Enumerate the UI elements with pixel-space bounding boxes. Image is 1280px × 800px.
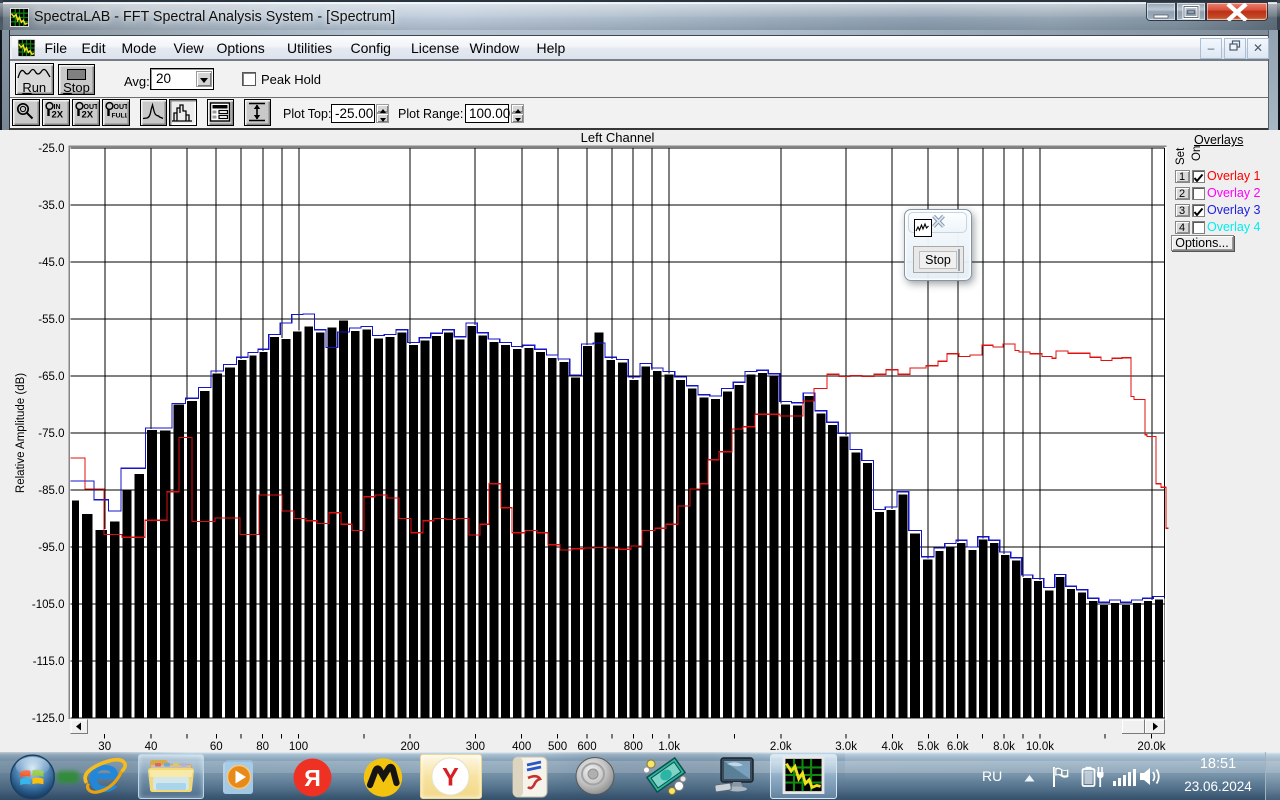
svg-text:-105.0: -105.0: [32, 599, 65, 611]
svg-text:-45.0: -45.0: [38, 257, 64, 269]
svg-text:-75.0: -75.0: [38, 428, 64, 440]
svg-text:5.0k: 5.0k: [917, 741, 939, 752]
svg-text:1.0k: 1.0k: [658, 741, 680, 752]
svg-text:FULL: FULL: [112, 113, 128, 120]
svg-text:-95.0: -95.0: [38, 542, 64, 554]
svg-text:OUT: OUT: [114, 104, 128, 111]
svg-text:6.0k: 6.0k: [947, 741, 969, 752]
svg-text:30: 30: [98, 741, 111, 752]
svg-text:20.0k: 20.0k: [1137, 741, 1165, 752]
svg-text:100: 100: [289, 741, 308, 752]
svg-text:-65.0: -65.0: [38, 371, 64, 383]
svg-text:500: 500: [548, 741, 567, 752]
svg-text:Left Channel: Left Channel: [581, 130, 655, 145]
svg-text:10.0k: 10.0k: [1026, 741, 1054, 752]
svg-text:4.0k: 4.0k: [882, 741, 904, 752]
svg-text:Relative Amplitude (dB): Relative Amplitude (dB): [15, 373, 27, 493]
svg-text:40: 40: [145, 741, 158, 752]
svg-text:2X: 2X: [82, 110, 94, 121]
svg-text:-55.0: -55.0: [38, 314, 64, 326]
svg-text:600: 600: [577, 741, 596, 752]
svg-text:Y: Y: [442, 764, 459, 792]
svg-text:-25.0: -25.0: [38, 143, 64, 155]
svg-text:-125.0: -125.0: [32, 713, 65, 725]
svg-text:-35.0: -35.0: [38, 200, 64, 212]
svg-text:Я: Я: [304, 765, 321, 791]
svg-text:2.0k: 2.0k: [770, 741, 792, 752]
svg-text:60: 60: [210, 741, 223, 752]
svg-text:80: 80: [256, 741, 269, 752]
svg-text:-115.0: -115.0: [33, 656, 65, 668]
svg-text:300: 300: [466, 741, 485, 752]
svg-text:400: 400: [512, 741, 531, 752]
svg-text:2X: 2X: [52, 110, 64, 121]
svg-text:800: 800: [624, 741, 643, 752]
svg-text:200: 200: [401, 741, 420, 752]
svg-text:-85.0: -85.0: [38, 485, 64, 497]
svg-text:3.0k: 3.0k: [835, 741, 857, 752]
svg-text:8.0k: 8.0k: [993, 741, 1015, 752]
